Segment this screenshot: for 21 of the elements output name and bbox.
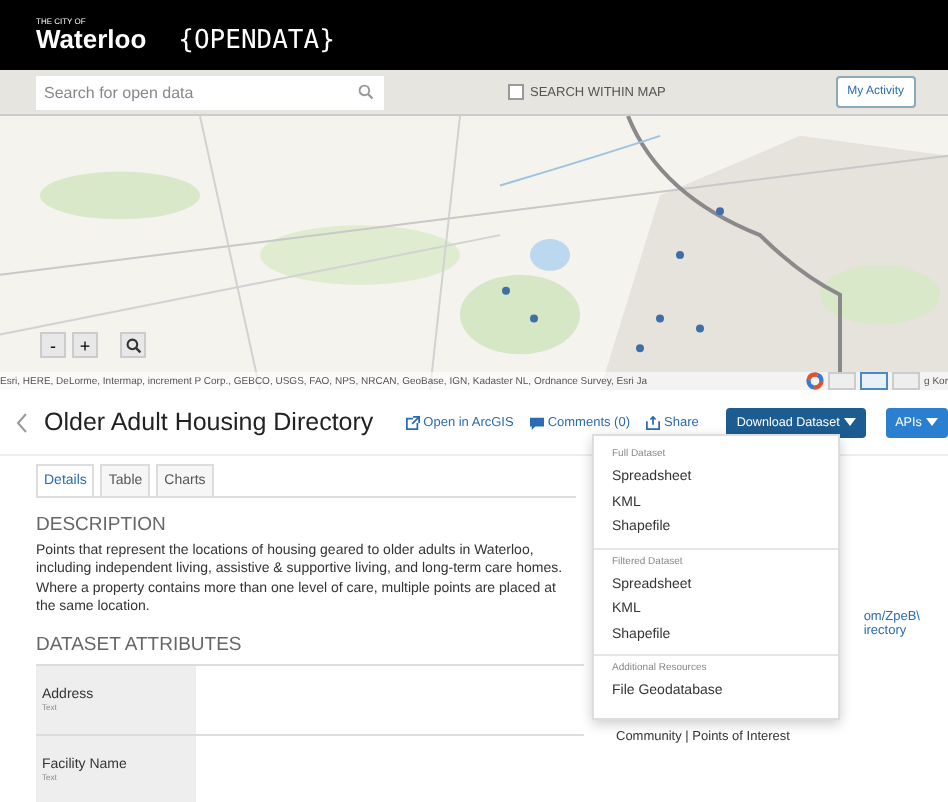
share-icon — [646, 415, 661, 429]
caret-icon — [843, 417, 856, 425]
caret-icon — [925, 417, 938, 425]
city-name[interactable]: Waterloo — [36, 26, 147, 52]
checkbox[interactable] — [508, 84, 524, 100]
zoom-in-button[interactable]: + — [72, 332, 98, 358]
basemap-swatch[interactable] — [860, 372, 889, 390]
search-button[interactable] — [120, 332, 146, 358]
basemap-swatch[interactable] — [828, 372, 857, 390]
section-heading: DESCRIPTION — [36, 514, 168, 536]
search-icon[interactable] — [358, 83, 374, 99]
search-field[interactable]: Search for open data — [36, 75, 384, 109]
color-wheel-icon[interactable] — [806, 372, 825, 390]
zoom-out-button[interactable]: - — [40, 332, 66, 358]
comment-icon — [529, 415, 544, 429]
basemap-swatch[interactable] — [892, 372, 921, 390]
dataset-title: Older Adult Housing Directory — [44, 408, 374, 436]
section-heading: DATASET ATTRIBUTES — [36, 633, 244, 656]
back-chevron-icon[interactable] — [16, 411, 28, 433]
external-link-icon — [405, 415, 420, 429]
site-name: {OPENDATA} — [178, 26, 335, 56]
